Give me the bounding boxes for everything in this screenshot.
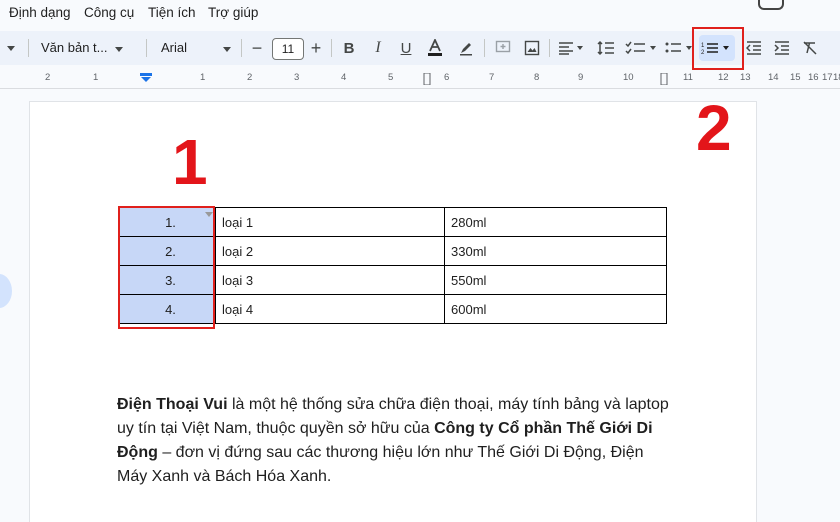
menu-help[interactable]: Trợ giúp	[208, 5, 258, 20]
chevron-down-icon	[114, 47, 123, 52]
ruler-number: 9	[578, 72, 584, 83]
bulleted-list-dropdown[interactable]	[664, 31, 694, 65]
ruler-number: 6	[444, 72, 450, 83]
underline-icon[interactable]: U	[398, 31, 414, 65]
table-cell[interactable]: loại 1	[215, 207, 445, 237]
ruler-number: 4	[341, 72, 347, 83]
divider	[484, 39, 485, 57]
italic-icon[interactable]: I	[370, 31, 386, 65]
ruler-number: 7	[489, 72, 495, 83]
insert-image-icon[interactable]	[522, 31, 542, 65]
ruler-number: 2	[45, 72, 51, 83]
body-paragraph[interactable]: Điện Thoại Vui là một hệ thống sửa chữa …	[117, 393, 677, 489]
font-size-input[interactable]: 11	[272, 38, 304, 60]
decrease-font-size-icon[interactable]: −	[250, 31, 264, 65]
paragraph-style-dropdown[interactable]: Văn bản t...	[41, 40, 123, 55]
table-cell[interactable]: loại 3	[215, 265, 445, 295]
toolbar-caret-icon[interactable]	[4, 31, 18, 65]
divider	[331, 39, 332, 57]
annotation-box-numbered-list	[692, 27, 744, 70]
paragraph-style-label: Văn bản t...	[41, 40, 108, 55]
ruler-number: 3	[294, 72, 300, 83]
ruler-number: 14	[768, 72, 779, 83]
annotation-box-column	[118, 206, 215, 329]
divider	[146, 39, 147, 57]
table-cell[interactable]: 550ml	[444, 265, 667, 295]
table-cell[interactable]: 280ml	[444, 207, 667, 237]
table-cell[interactable]: loại 2	[215, 236, 445, 266]
bold-icon[interactable]: B	[341, 31, 357, 65]
line-spacing-icon[interactable]	[595, 31, 617, 65]
divider	[28, 39, 29, 57]
ruler-number: 11	[683, 72, 693, 83]
clear-formatting-icon[interactable]	[800, 31, 820, 65]
divider	[241, 39, 242, 57]
ruler-number: 13	[740, 72, 751, 83]
menu-format[interactable]: Định dạng	[9, 5, 71, 20]
comment-icon[interactable]	[758, 0, 784, 10]
insert-comment-icon[interactable]	[493, 31, 513, 65]
increase-font-size-icon[interactable]: +	[308, 31, 324, 65]
align-dropdown[interactable]	[556, 31, 586, 65]
ruler-number: 5	[388, 72, 394, 83]
ruler-number: 10	[623, 72, 634, 83]
ruler-number: 1	[93, 72, 99, 83]
annotation-step-2: 2	[696, 92, 732, 164]
side-panel-toggle[interactable]	[0, 274, 12, 308]
highlight-color-icon[interactable]	[457, 31, 475, 65]
ruler-number: 18	[833, 72, 840, 83]
ruler[interactable]: 2 1 1 2 3 4 5 6 7 8 9 10 11 12 13 14 15 …	[0, 68, 840, 89]
ruler-number: 15	[790, 72, 801, 83]
increase-indent-icon[interactable]	[772, 31, 792, 65]
table-cell[interactable]: 600ml	[444, 294, 667, 324]
ruler-number: 8	[534, 72, 540, 83]
column-marker[interactable]	[660, 73, 668, 85]
annotation-step-1: 1	[172, 126, 208, 198]
table-cell[interactable]: 330ml	[444, 236, 667, 266]
ruler-number: 17	[822, 72, 833, 83]
left-indent-marker[interactable]	[140, 73, 152, 83]
menu-extensions[interactable]: Tiện ích	[148, 5, 196, 20]
divider	[549, 39, 550, 57]
ruler-number: 12	[718, 72, 729, 83]
menu-bar: Định dạng Công cụ Tiện ích Trợ giúp	[0, 0, 840, 28]
ruler-number: 1	[200, 72, 206, 83]
text-color-icon[interactable]	[426, 31, 444, 65]
paragraph-bold-text: Điện Thoại Vui	[117, 396, 228, 413]
column-marker[interactable]	[423, 73, 431, 85]
ruler-number: 2	[247, 72, 253, 83]
chevron-down-icon	[223, 47, 232, 52]
decrease-indent-icon[interactable]	[744, 31, 764, 65]
ruler-number: 16	[808, 72, 819, 83]
checklist-dropdown[interactable]	[624, 31, 658, 65]
menu-tools[interactable]: Công cụ	[84, 5, 134, 20]
font-label: Arial	[161, 40, 188, 55]
table-cell[interactable]: loại 4	[215, 294, 445, 324]
paragraph-text: – đơn vị đứng sau các thương hiệu lớn nh…	[117, 444, 644, 485]
font-dropdown[interactable]: Arial	[161, 40, 232, 55]
